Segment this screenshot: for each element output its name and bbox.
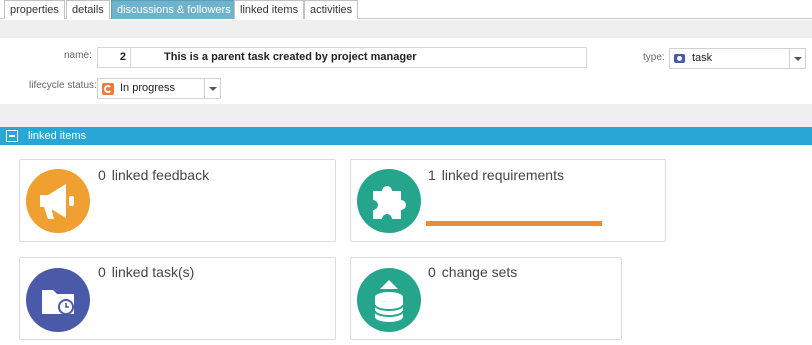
tab-properties[interactable]: properties xyxy=(4,0,65,19)
tab-details[interactable]: details xyxy=(66,0,110,19)
folder-clock-icon xyxy=(26,268,90,332)
puzzle-icon xyxy=(357,169,421,233)
linked-items-section-header: linked items xyxy=(0,127,812,145)
name-field[interactable]: 2 This is a parent task created by proje… xyxy=(97,47,587,68)
database-upload-icon xyxy=(357,268,421,332)
linked-feedback-card[interactable]: 0 linked feedback xyxy=(19,159,336,242)
name-label: name: xyxy=(64,50,92,61)
requirements-progress-bar xyxy=(426,221,602,226)
chevron-down-icon[interactable] xyxy=(789,49,805,68)
task-number: 2 xyxy=(98,48,131,67)
properties-form: name: 2 This is a parent task created by… xyxy=(0,38,812,104)
megaphone-icon xyxy=(26,169,90,233)
section-title: linked items xyxy=(28,130,87,142)
linked-tasks-card[interactable]: 0 linked task(s) xyxy=(19,257,336,340)
lifecycle-status-label: lifecycle status: xyxy=(29,80,97,91)
type-select-value: task xyxy=(692,52,713,64)
change-sets-label: 0 change sets xyxy=(428,264,518,280)
separator-band xyxy=(0,104,812,127)
linked-feedback-label: 0 linked feedback xyxy=(98,167,210,183)
chevron-down-icon[interactable] xyxy=(204,79,220,98)
page: properties details discussions & followe… xyxy=(0,0,812,345)
lifecycle-status-select[interactable]: In progress xyxy=(97,78,221,99)
tab-activities[interactable]: activities xyxy=(304,0,359,19)
linked-requirements-card[interactable]: 1 linked requirements xyxy=(350,159,666,242)
change-sets-card[interactable]: 0 change sets xyxy=(350,257,622,340)
task-type-icon xyxy=(674,54,685,63)
toolbar-band xyxy=(0,20,812,38)
tab-linked-items[interactable]: linked items xyxy=(234,0,305,19)
type-label: type: xyxy=(643,52,665,63)
linked-tasks-label: 0 linked task(s) xyxy=(98,264,195,280)
task-name-value: This is a parent task created by project… xyxy=(164,51,417,63)
linked-requirements-label: 1 linked requirements xyxy=(428,167,564,183)
collapse-icon[interactable] xyxy=(6,130,18,142)
in-progress-status-icon xyxy=(102,83,114,95)
type-select[interactable]: task xyxy=(669,48,806,69)
tab-discussions-followers[interactable]: discussions & followers xyxy=(111,0,237,19)
tab-bar: properties details discussions & followe… xyxy=(0,0,812,19)
lifecycle-status-value: In progress xyxy=(120,82,176,94)
